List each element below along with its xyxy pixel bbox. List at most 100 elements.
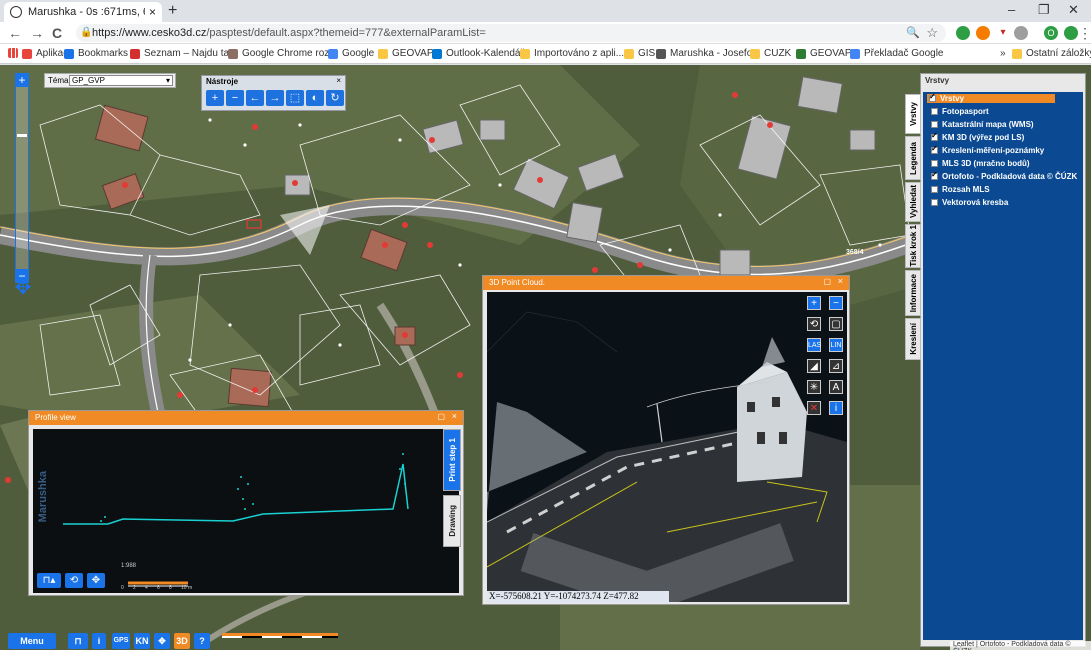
- bookmark-item[interactable]: Outlook-Kalendář: [432, 48, 524, 59]
- side-tab[interactable]: Vrstvy: [905, 94, 921, 134]
- side-tab[interactable]: Vyhledat: [905, 182, 921, 222]
- point-cloud-close-icon[interactable]: ×: [838, 276, 843, 286]
- bookmark-item[interactable]: CUZK: [750, 48, 791, 59]
- side-tab[interactable]: Tisk krok 1: [905, 224, 921, 268]
- forward-button[interactable]: →: [30, 25, 44, 41]
- pc-zoom-out-icon[interactable]: −: [829, 296, 843, 310]
- url-input[interactable]: 🔒 https://www.cesko3d.cz/pasptest/defaul…: [76, 24, 946, 42]
- profile-tab[interactable]: Drawing: [443, 495, 461, 547]
- layer-checkbox[interactable]: [931, 121, 938, 128]
- bookmark-star-icon[interactable]: ☆: [926, 24, 938, 42]
- bookmark-item[interactable]: Marushka - Josefov: [656, 48, 757, 59]
- kn-button[interactable]: KN: [134, 633, 150, 649]
- zoom-in-tool-button[interactable]: +: [206, 90, 224, 106]
- layer-checkbox[interactable]: [931, 144, 938, 154]
- pan-control-icon[interactable]: ✥: [12, 277, 34, 299]
- profile-maximize-icon[interactable]: ▢: [437, 412, 445, 421]
- layer-item[interactable]: Katastrální mapa (WMS): [931, 120, 1034, 129]
- layer-item[interactable]: MLS 3D (mračno bodů): [931, 159, 1030, 168]
- theme-select[interactable]: GP_GVP ▾: [69, 75, 173, 86]
- extent-tool-button[interactable]: ⬚: [286, 90, 304, 106]
- pc-lin-icon[interactable]: LIN: [829, 338, 843, 352]
- bookmark-item[interactable]: Google Chrome roz...: [228, 48, 338, 59]
- bookmark-item[interactable]: Importováno z apli...: [520, 48, 624, 59]
- layer-checkbox[interactable]: [931, 186, 938, 193]
- refresh-tool-button[interactable]: ↻: [326, 90, 344, 106]
- layer-checkbox[interactable]: [931, 170, 938, 180]
- profile-measure-button[interactable]: ⊓▴: [37, 573, 61, 588]
- zoom-in-button[interactable]: +: [15, 73, 29, 87]
- browser-tab[interactable]: Marushka - 0s :671ms, 668 prvků ×: [4, 2, 162, 22]
- bookmark-item[interactable]: Bookmarks: [64, 48, 128, 59]
- forward-tool-button[interactable]: →: [266, 90, 284, 106]
- bookmark-item[interactable]: GIS: [624, 48, 655, 59]
- close-window-button[interactable]: ✕: [1068, 2, 1079, 18]
- bookmark-item[interactable]: Google: [328, 48, 374, 59]
- pc-points-icon[interactable]: ✳: [807, 380, 821, 394]
- layer-item[interactable]: KM 3D (výřez pod LS): [931, 131, 1024, 142]
- side-tab[interactable]: Kreslení: [905, 318, 921, 360]
- pc-frame-icon[interactable]: ▢: [829, 317, 843, 331]
- profile-tool-button[interactable]: ⟲: [65, 573, 83, 588]
- layer-checkbox[interactable]: [931, 131, 938, 141]
- layer-checkbox[interactable]: [931, 160, 938, 167]
- extension-green-icon[interactable]: [1064, 26, 1078, 40]
- pc-delete-icon[interactable]: ✕: [807, 401, 821, 415]
- layer-item[interactable]: Rozsah MLS: [931, 185, 990, 194]
- zoom-out-tool-button[interactable]: −: [226, 90, 244, 106]
- reload-button[interactable]: C: [52, 25, 62, 41]
- zoom-search-icon[interactable]: 🔍: [906, 24, 920, 42]
- other-bookmarks[interactable]: Ostatní záložky: [1012, 48, 1091, 59]
- pc-angle-icon[interactable]: ⊿: [829, 359, 843, 373]
- maximize-button[interactable]: ❐: [1038, 2, 1050, 18]
- profile-close-icon[interactable]: ×: [452, 411, 457, 421]
- map-canvas[interactable]: 368/4 + − ✥ Téma GP_GVP ▾ Nástroje × + − ← →…: [0, 65, 1091, 650]
- apps-grid-icon[interactable]: [8, 48, 22, 58]
- back-button[interactable]: ←: [8, 25, 22, 41]
- layer-item[interactable]: Vektorová kresba: [931, 198, 1008, 207]
- new-tab-button[interactable]: +: [168, 2, 177, 20]
- crosshair-button[interactable]: ✥: [154, 633, 170, 649]
- extension-drive-icon[interactable]: [1014, 26, 1028, 40]
- pc-las-icon[interactable]: LAS: [807, 338, 821, 352]
- layer-checkbox[interactable]: [931, 199, 938, 206]
- minimize-button[interactable]: –: [1008, 2, 1015, 17]
- profile-tab[interactable]: Print step 1: [443, 429, 461, 491]
- layer-item[interactable]: Vrstvy: [927, 92, 1055, 103]
- side-tab[interactable]: Informace: [905, 270, 921, 316]
- profile-plot[interactable]: [33, 429, 459, 593]
- zoom-slider-handle[interactable]: [17, 134, 27, 137]
- zoom-slider[interactable]: + −: [15, 73, 29, 283]
- pc-slope-icon[interactable]: ◢: [807, 359, 821, 373]
- menu-button[interactable]: Menu: [8, 633, 56, 649]
- bookmark-item[interactable]: Seznam – Najdu ta...: [130, 48, 237, 59]
- layer-item[interactable]: Ortofoto - Podkladová data © ČÚZK: [931, 170, 1077, 181]
- layer-checkbox[interactable]: [931, 108, 938, 115]
- pc-info-icon[interactable]: i: [829, 401, 843, 415]
- profile-move-button[interactable]: ✥: [87, 573, 105, 588]
- tools-close-icon[interactable]: ×: [336, 76, 341, 85]
- bookmark-item[interactable]: Překladač Google: [850, 48, 944, 59]
- point-cloud-maximize-icon[interactable]: ▢: [823, 277, 831, 286]
- 3d-button[interactable]: 3D: [174, 633, 190, 649]
- pc-zoom-in-icon[interactable]: +: [807, 296, 821, 310]
- layer-checkbox[interactable]: [929, 92, 936, 102]
- pc-text-icon[interactable]: A: [829, 380, 843, 394]
- info-button[interactable]: i: [92, 633, 106, 649]
- help-button[interactable]: ?: [194, 633, 210, 649]
- pc-rotate-icon[interactable]: ⟲: [807, 317, 821, 331]
- extension-heart-icon[interactable]: ▾: [996, 26, 1010, 40]
- bookmarks-more-button[interactable]: »: [1000, 48, 1006, 59]
- gps-button[interactable]: GPS: [112, 633, 130, 649]
- back-tool-button[interactable]: ←: [246, 90, 264, 106]
- profile-avatar[interactable]: O: [1044, 26, 1058, 40]
- side-tab[interactable]: Legenda: [905, 136, 921, 180]
- layer-item[interactable]: Fotopasport: [931, 107, 989, 116]
- layers-tool-button[interactable]: ◐: [306, 90, 324, 106]
- extension-shield-icon[interactable]: [956, 26, 970, 40]
- measure-button[interactable]: ⊓: [68, 633, 88, 649]
- tab-close-icon[interactable]: ×: [149, 5, 156, 19]
- chrome-menu-icon[interactable]: ⋮: [1078, 25, 1091, 42]
- bookmark-item[interactable]: GEOVAP: [378, 48, 434, 59]
- bookmark-item[interactable]: GEOVAP: [796, 48, 852, 59]
